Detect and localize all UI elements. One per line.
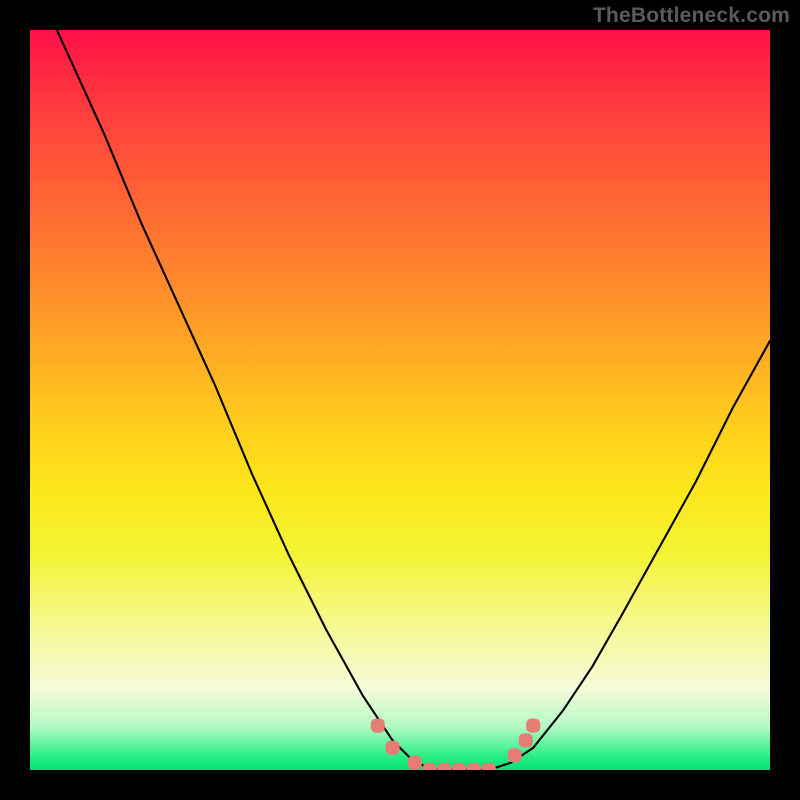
marker-point [423,763,437,770]
marker-point [408,756,422,770]
watermark-text: TheBottleneck.com [593,4,790,28]
marker-point [482,763,496,770]
marker-point [519,733,533,747]
chart-plot-area [30,30,770,770]
marker-point [386,741,400,755]
marker-point [371,719,385,733]
chart-frame: TheBottleneck.com [0,0,800,800]
marker-point [467,763,481,770]
bottleneck-curve [30,30,770,770]
curve-markers [371,719,540,770]
marker-point [452,763,466,770]
chart-svg [30,30,770,770]
marker-point [526,719,540,733]
marker-point [508,748,522,762]
marker-point [437,763,451,770]
